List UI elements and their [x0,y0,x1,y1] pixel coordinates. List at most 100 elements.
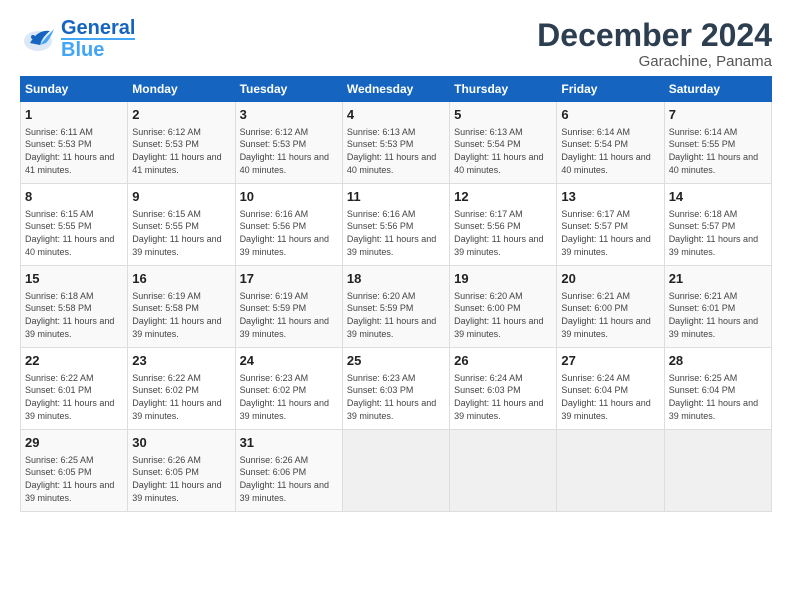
day-info: Sunrise: 6:17 AMSunset: 5:57 PMDaylight:… [561,208,659,258]
day-number: 9 [132,188,230,206]
calendar-cell: 24 Sunrise: 6:23 AMSunset: 6:02 PMDayligh… [235,348,342,430]
day-number: 4 [347,106,445,124]
day-info: Sunrise: 6:18 AMSunset: 5:58 PMDaylight:… [25,290,123,340]
calendar-cell: 11Sunrise: 6:16 AMSunset: 5:56 PMDayligh… [342,184,449,266]
calendar-cell: 15 Sunrise: 6:18 AMSunset: 5:58 PMDayligh… [21,266,128,348]
day-number: 25 [347,352,445,370]
day-number: 26 [454,352,552,370]
day-number: 5 [454,106,552,124]
calendar-cell [557,430,664,512]
day-info: Sunrise: 6:23 AMSunset: 6:03 PMDaylight:… [347,372,445,422]
title-block: December 2024 Garachine, Panama [537,18,772,70]
day-number: 18 [347,270,445,288]
column-header-monday: Monday [128,77,235,102]
day-number: 14 [669,188,767,206]
calendar-table: SundayMondayTuesdayWednesdayThursdayFrid… [20,76,772,512]
calendar-cell: 22 Sunrise: 6:22 AMSunset: 6:01 PMDayligh… [21,348,128,430]
calendar-cell: 17Sunrise: 6:19 AMSunset: 5:59 PMDayligh… [235,266,342,348]
calendar-cell: 21 Sunrise: 6:21 AMSunset: 6:01 PMDayligh… [664,266,771,348]
day-number: 22 [25,352,123,370]
calendar-cell: 20 Sunrise: 6:21 AMSunset: 6:00 PMDayligh… [557,266,664,348]
day-number: 19 [454,270,552,288]
calendar-cell [450,430,557,512]
day-number: 12 [454,188,552,206]
logo-general: General [61,18,135,38]
day-number: 23 [132,352,230,370]
calendar-cell: 28Sunrise: 6:25 AMSunset: 6:04 PMDayligh… [664,348,771,430]
day-info: Sunrise: 6:26 AMSunset: 6:05 PMDaylight:… [132,454,230,504]
column-header-wednesday: Wednesday [342,77,449,102]
header: General Blue December 2024 Garachine, Pa… [20,18,772,70]
day-info: Sunrise: 6:21 AMSunset: 6:01 PMDaylight:… [669,290,767,340]
day-info: Sunrise: 6:26 AMSunset: 6:06 PMDaylight:… [240,454,338,504]
day-info: Sunrise: 6:13 AMSunset: 5:53 PMDaylight:… [347,126,445,176]
day-number: 31 [240,434,338,452]
day-info: Sunrise: 6:24 AMSunset: 6:03 PMDaylight:… [454,372,552,422]
calendar-cell: 30 Sunrise: 6:26 AMSunset: 6:05 PMDayligh… [128,430,235,512]
calendar-cell: 6Sunrise: 6:14 AMSunset: 5:54 PMDaylight… [557,102,664,184]
calendar-cell: 16 Sunrise: 6:19 AMSunset: 5:58 PMDayligh… [128,266,235,348]
day-info: Sunrise: 6:20 AMSunset: 6:00 PMDaylight:… [454,290,552,340]
calendar-cell: 9 Sunrise: 6:15 AMSunset: 5:55 PMDaylight… [128,184,235,266]
calendar-cell: 31 Sunrise: 6:26 AMSunset: 6:06 PMDayligh… [235,430,342,512]
column-header-sunday: Sunday [21,77,128,102]
calendar-week-row: 22 Sunrise: 6:22 AMSunset: 6:01 PMDayligh… [21,348,772,430]
day-number: 21 [669,270,767,288]
calendar-cell: 8Sunrise: 6:15 AMSunset: 5:55 PMDaylight… [21,184,128,266]
calendar-week-row: 1 Sunrise: 6:11 AMSunset: 5:53 PMDaylight… [21,102,772,184]
day-info: Sunrise: 6:25 AMSunset: 6:04 PMDaylight:… [669,372,767,422]
day-info: Sunrise: 6:16 AMSunset: 5:56 PMDaylight:… [240,208,338,258]
day-number: 3 [240,106,338,124]
day-info: Sunrise: 6:15 AMSunset: 5:55 PMDaylight:… [132,208,230,258]
day-info: Sunrise: 6:25 AMSunset: 6:05 PMDaylight:… [25,454,123,504]
calendar-cell: 25 Sunrise: 6:23 AMSunset: 6:03 PMDayligh… [342,348,449,430]
day-info: Sunrise: 6:14 AMSunset: 5:55 PMDaylight:… [669,126,767,176]
calendar-cell: 4 Sunrise: 6:13 AMSunset: 5:53 PMDaylight… [342,102,449,184]
day-info: Sunrise: 6:11 AMSunset: 5:53 PMDaylight:… [25,126,123,176]
calendar-cell [342,430,449,512]
day-number: 11 [347,188,445,206]
day-info: Sunrise: 6:15 AMSunset: 5:55 PMDaylight:… [25,208,123,258]
day-number: 10 [240,188,338,206]
day-number: 7 [669,106,767,124]
calendar-cell: 1 Sunrise: 6:11 AMSunset: 5:53 PMDaylight… [21,102,128,184]
calendar-cell [664,430,771,512]
day-number: 30 [132,434,230,452]
day-number: 24 [240,352,338,370]
calendar-cell: 29 Sunrise: 6:25 AMSunset: 6:05 PMDayligh… [21,430,128,512]
day-number: 20 [561,270,659,288]
logo-blue: Blue [61,38,135,60]
calendar-cell: 18Sunrise: 6:20 AMSunset: 5:59 PMDayligh… [342,266,449,348]
day-number: 27 [561,352,659,370]
day-info: Sunrise: 6:12 AMSunset: 5:53 PMDaylight:… [132,126,230,176]
calendar-cell: 27Sunrise: 6:24 AMSunset: 6:04 PMDayligh… [557,348,664,430]
column-header-thursday: Thursday [450,77,557,102]
day-info: Sunrise: 6:21 AMSunset: 6:00 PMDaylight:… [561,290,659,340]
calendar-cell: 14 Sunrise: 6:18 AMSunset: 5:57 PMDayligh… [664,184,771,266]
day-number: 17 [240,270,338,288]
day-info: Sunrise: 6:22 AMSunset: 6:02 PMDaylight:… [132,372,230,422]
day-info: Sunrise: 6:19 AMSunset: 5:58 PMDaylight:… [132,290,230,340]
calendar-cell: 13Sunrise: 6:17 AMSunset: 5:57 PMDayligh… [557,184,664,266]
calendar-cell: 23 Sunrise: 6:22 AMSunset: 6:02 PMDayligh… [128,348,235,430]
day-info: Sunrise: 6:17 AMSunset: 5:56 PMDaylight:… [454,208,552,258]
calendar-cell: 7 Sunrise: 6:14 AMSunset: 5:55 PMDaylight… [664,102,771,184]
day-number: 1 [25,106,123,124]
day-info: Sunrise: 6:23 AMSunset: 6:02 PMDaylight:… [240,372,338,422]
day-number: 16 [132,270,230,288]
calendar-cell: 5Sunrise: 6:13 AMSunset: 5:54 PMDaylight… [450,102,557,184]
day-info: Sunrise: 6:14 AMSunset: 5:54 PMDaylight:… [561,126,659,176]
calendar-header-row: SundayMondayTuesdayWednesdayThursdayFrid… [21,77,772,102]
day-number: 15 [25,270,123,288]
calendar-cell: 12 Sunrise: 6:17 AMSunset: 5:56 PMDayligh… [450,184,557,266]
day-number: 29 [25,434,123,452]
column-header-saturday: Saturday [664,77,771,102]
logo-icon [20,21,56,57]
day-info: Sunrise: 6:12 AMSunset: 5:53 PMDaylight:… [240,126,338,176]
logo: General Blue [20,18,135,60]
location-title: Garachine, Panama [537,53,772,70]
calendar-cell: 19 Sunrise: 6:20 AMSunset: 6:00 PMDayligh… [450,266,557,348]
calendar-cell: 3 Sunrise: 6:12 AMSunset: 5:53 PMDaylight… [235,102,342,184]
day-info: Sunrise: 6:22 AMSunset: 6:01 PMDaylight:… [25,372,123,422]
day-info: Sunrise: 6:18 AMSunset: 5:57 PMDaylight:… [669,208,767,258]
